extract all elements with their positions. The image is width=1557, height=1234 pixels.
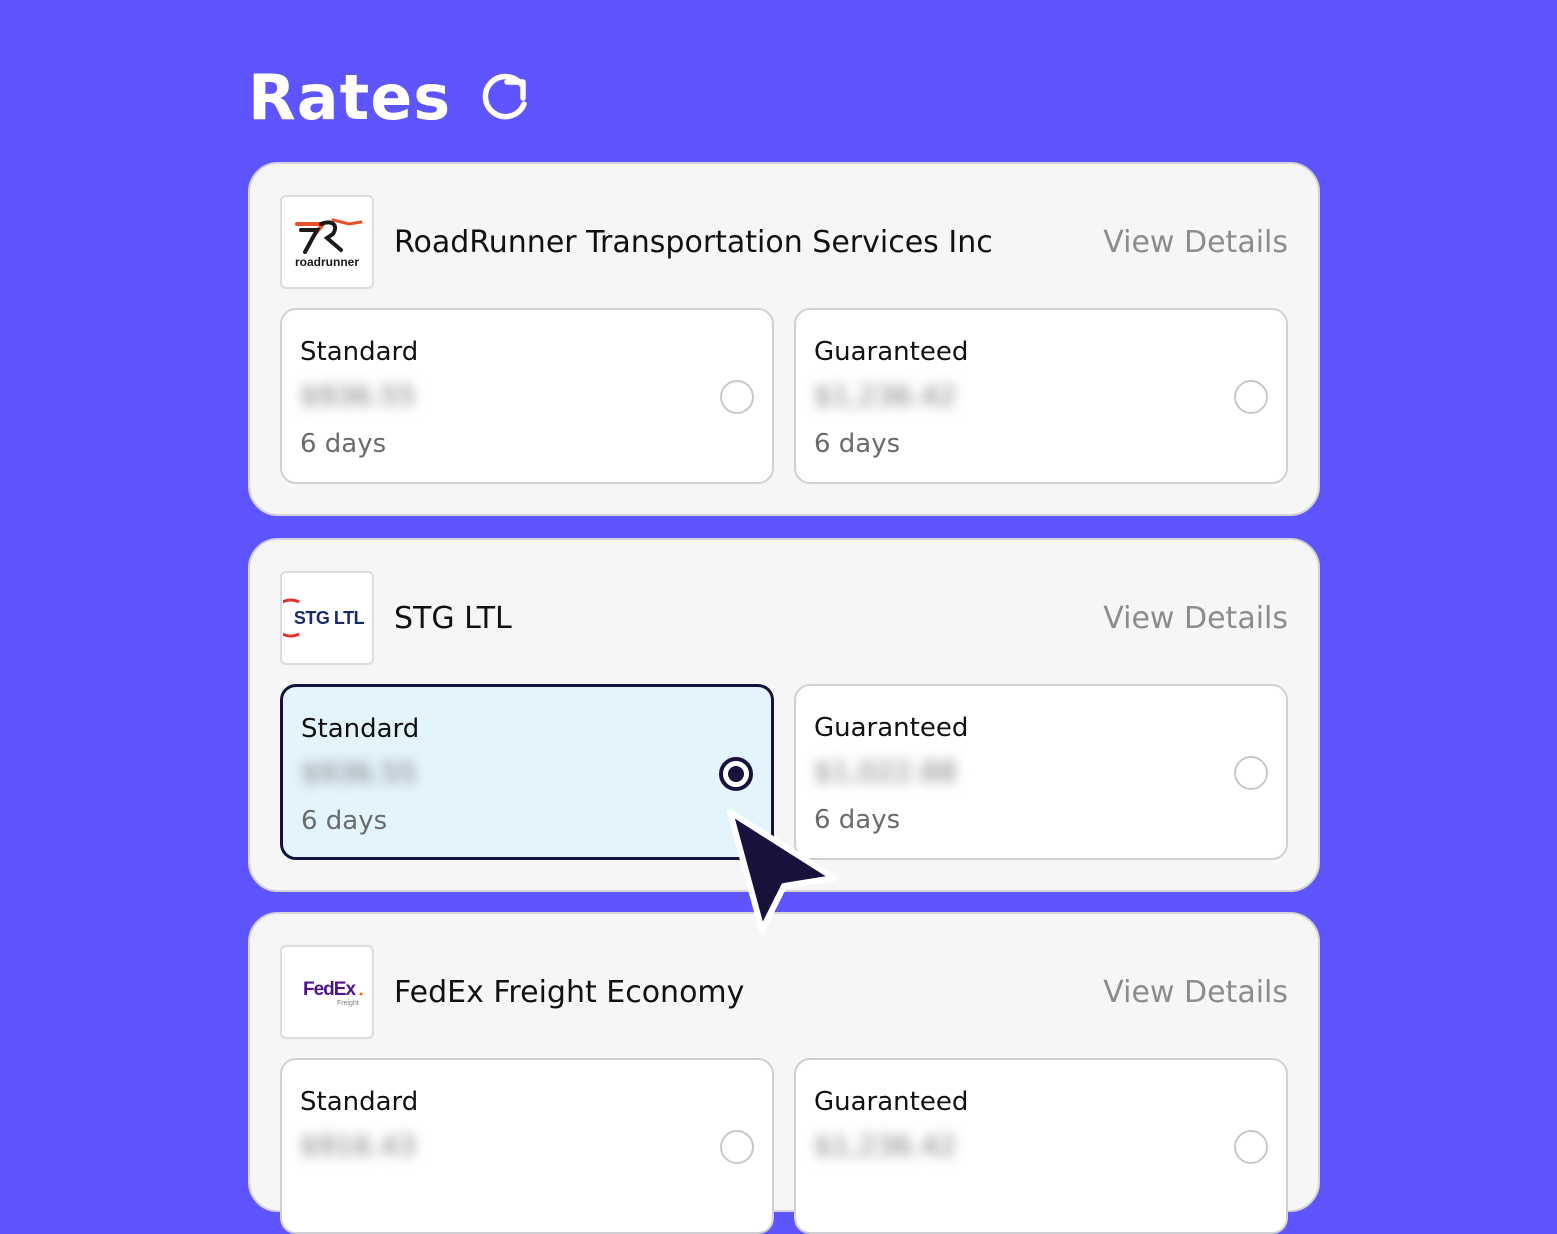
- option-days: 6 days: [814, 805, 901, 835]
- carrier-name: RoadRunner Transportation Services Inc: [394, 224, 993, 260]
- radio-button[interactable]: [720, 380, 754, 414]
- radio-button[interactable]: [1234, 756, 1268, 790]
- rate-option-standard[interactable]: Standard $916.43: [280, 1058, 774, 1234]
- option-price: $1,236.42: [814, 1129, 957, 1162]
- option-price: $936.55: [301, 756, 417, 789]
- radio-button[interactable]: [1234, 1130, 1268, 1164]
- fedex-freight-logo: FedEx Freight: [280, 945, 374, 1039]
- option-price: $1,236.42: [814, 379, 957, 412]
- view-details-link[interactable]: View Details: [1103, 975, 1288, 1010]
- radio-button[interactable]: [720, 1130, 754, 1164]
- radio-button-selected[interactable]: [719, 757, 753, 791]
- refresh-icon[interactable]: [477, 70, 533, 126]
- view-details-link[interactable]: View Details: [1103, 601, 1288, 636]
- option-label: Guaranteed: [814, 713, 969, 743]
- page-title: Rates: [248, 61, 452, 134]
- option-price: $916.43: [300, 1129, 416, 1162]
- roadrunner-logo-text: roadrunner: [295, 255, 359, 269]
- option-label: Standard: [301, 714, 420, 744]
- radio-button[interactable]: [1234, 380, 1268, 414]
- rate-option-guaranteed[interactable]: Guaranteed $1,236.42: [794, 1058, 1288, 1234]
- carrier-header: roadrunner RoadRunner Transportation Ser…: [280, 194, 1288, 290]
- rate-option-guaranteed[interactable]: Guaranteed $1,022.88 6 days: [794, 684, 1288, 860]
- fedex-logo-text: FedEx: [303, 979, 356, 1000]
- carrier-header: STG LTL STG LTL View Details: [280, 570, 1288, 666]
- stg-ltl-logo: STG LTL: [280, 571, 374, 665]
- option-days: 6 days: [814, 429, 901, 459]
- option-label: Guaranteed: [814, 1087, 969, 1117]
- option-days: 6 days: [301, 806, 388, 836]
- page-header: Rates: [248, 58, 533, 138]
- option-label: Guaranteed: [814, 337, 969, 367]
- carrier-name: STG LTL: [394, 600, 512, 636]
- carrier-card-roadrunner: roadrunner RoadRunner Transportation Ser…: [248, 162, 1320, 516]
- rate-option-standard[interactable]: Standard $936.55 6 days: [280, 308, 774, 484]
- option-label: Standard: [300, 337, 419, 367]
- carrier-card-stg-ltl: STG LTL STG LTL View Details Standard $9…: [248, 538, 1320, 892]
- stg-ltl-logo-text: STG LTL: [294, 608, 365, 628]
- rate-option-standard[interactable]: Standard $936.55 6 days: [280, 684, 774, 860]
- fedex-logo-subtext: Freight: [337, 1000, 359, 1007]
- option-price: $1,022.88: [814, 755, 957, 788]
- roadrunner-logo: roadrunner: [280, 195, 374, 289]
- option-label: Standard: [300, 1087, 419, 1117]
- option-days: 6 days: [300, 429, 387, 459]
- carrier-name: FedEx Freight Economy: [394, 974, 745, 1010]
- rate-option-guaranteed[interactable]: Guaranteed $1,236.42 6 days: [794, 308, 1288, 484]
- view-details-link[interactable]: View Details: [1103, 225, 1288, 260]
- option-price: $936.55: [300, 379, 416, 412]
- carrier-card-fedex: FedEx Freight FedEx Freight Economy View…: [248, 912, 1320, 1234]
- carrier-header: FedEx Freight FedEx Freight Economy View…: [280, 944, 1288, 1040]
